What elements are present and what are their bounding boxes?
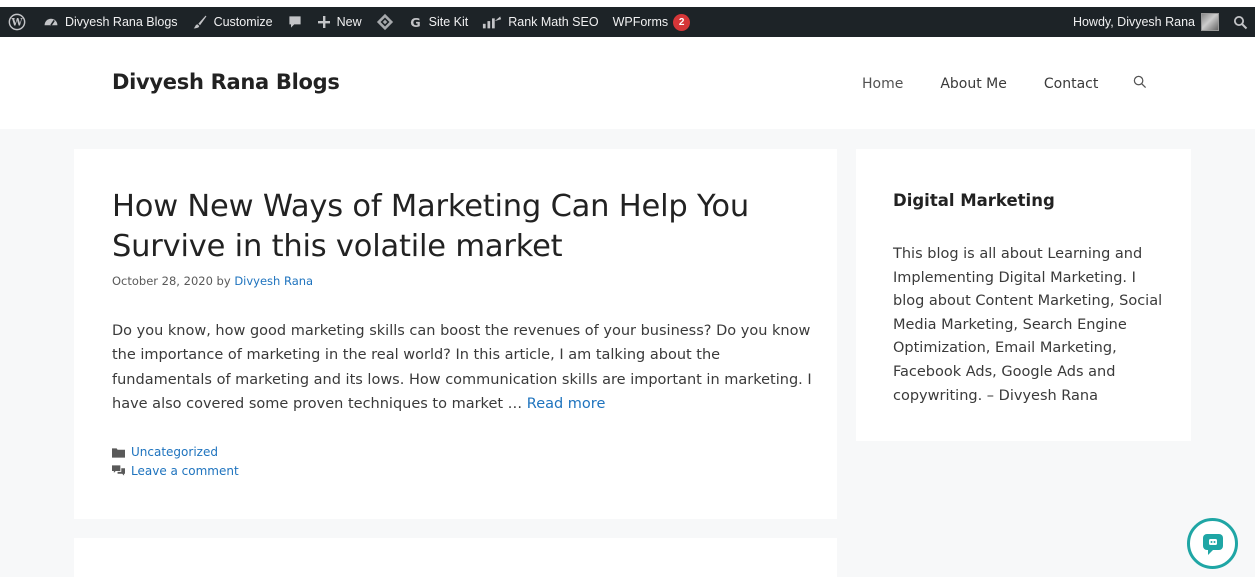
post-comments: Leave a comment [112,464,239,478]
new-content-menu[interactable]: New [310,7,369,37]
post-author-link[interactable]: Divyesh Rana [234,274,313,288]
post-card: How New Ways of Marketing Can Help You S… [74,149,837,519]
diamond-plugin-menu[interactable] [369,7,401,37]
widget-text: This blog is all about Learning and Impl… [893,246,1163,404]
wordpress-logo-menu[interactable]: W [0,7,36,37]
howdy-label: Howdy, Divyesh Rana [1072,15,1195,29]
rank-math-menu[interactable]: Rank Math SEO [475,7,605,37]
site-title[interactable]: Divyesh Rana Blogs [112,70,340,94]
new-label: New [336,15,362,29]
customize-label: Customize [213,15,273,29]
chat-icon [1202,533,1223,555]
admin-search-button[interactable] [1226,7,1255,37]
site-header: Divyesh Rana Blogs Home About Me Contact [0,37,1255,129]
customize-link[interactable]: Customize [185,7,280,37]
category-link[interactable]: Uncategorized [131,445,218,459]
admin-bar: W Divyesh Rana Blogs Customize New G Sit… [0,7,1255,37]
comments-icon [112,465,125,476]
search-icon [1233,15,1248,29]
google-g-icon: G [410,16,420,30]
chat-widget-button[interactable] [1187,518,1238,569]
read-more-link[interactable]: Read more [527,396,606,412]
nav-about-me[interactable]: About Me [940,76,1007,92]
admin-bar-right: Howdy, Divyesh Rana [1066,7,1255,37]
leave-comment-link[interactable]: Leave a comment [131,464,239,478]
nav-contact[interactable]: Contact [1044,76,1098,92]
svg-text:W: W [10,18,23,29]
nav-search-button[interactable] [1133,75,1147,93]
site-kit-label: Site Kit [428,15,469,29]
search-icon [1134,75,1147,89]
post-title[interactable]: How New Ways of Marketing Can Help You S… [112,187,802,267]
widget-title: Digital Marketing [893,191,1055,210]
user-account-menu[interactable]: Howdy, Divyesh Rana [1066,7,1226,37]
nav-home[interactable]: Home [862,76,903,92]
post-meta: October 28, 2020 by Divyesh Rana [112,274,313,288]
wordpress-icon: W [8,13,26,31]
dashboard-gauge-icon [44,18,58,26]
post-date: October 28, 2020 by [112,274,235,288]
notification-badge: 2 [673,13,691,31]
svg-text:G: G [410,16,420,30]
site-name-label: Divyesh Rana Blogs [65,15,178,29]
comments-link[interactable] [280,7,310,37]
post-category: Uncategorized [112,445,218,459]
site-name-menu[interactable]: Divyesh Rana Blogs [36,7,185,37]
site-kit-menu[interactable]: G Site Kit [401,7,476,37]
primary-nav: Home About Me Contact [862,75,1147,93]
rank-math-label: Rank Math SEO [508,15,599,29]
post-excerpt: Do you know, how good marketing skills c… [112,319,812,416]
wpforms-menu[interactable]: WPForms 2 [606,7,698,37]
folder-icon [112,447,125,458]
admin-bar-wrapper: W Divyesh Rana Blogs Customize New G Sit… [0,0,1255,37]
wpforms-label: WPForms [612,15,669,29]
comment-bubble-icon [289,16,301,28]
paintbrush-icon [193,15,206,29]
avatar [1201,13,1219,31]
rank-math-chart-icon [483,16,502,29]
diamond-icon [376,13,393,31]
plus-icon [317,16,330,28]
sidebar-widget: Digital Marketing This blog is all about… [856,149,1191,441]
next-post-card [74,538,837,577]
excerpt-text: Do you know, how good marketing skills c… [112,323,812,412]
